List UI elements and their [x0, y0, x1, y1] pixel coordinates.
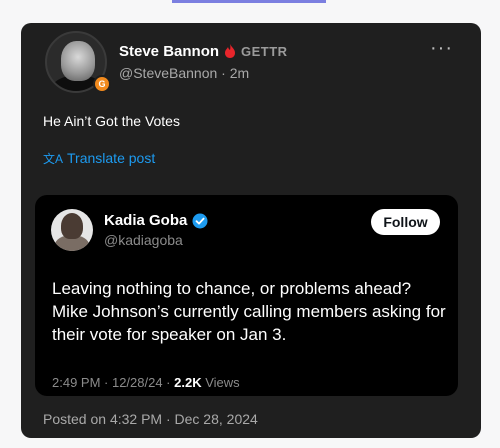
quoted-tweet-text: Leaving nothing to chance, or problems a…: [52, 279, 446, 344]
post-text: He Ain’t Got the Votes: [43, 113, 180, 129]
quoted-author-handle[interactable]: @kadiagoba: [104, 232, 183, 248]
views-count: 2.2K: [174, 375, 202, 390]
gettr-badge-icon: G: [93, 75, 111, 93]
follow-button[interactable]: Follow: [371, 209, 440, 235]
top-accent-bar: [172, 0, 326, 3]
views-label: Views: [201, 375, 240, 390]
quoted-author-avatar[interactable]: [51, 209, 93, 251]
translate-post-link[interactable]: 文A Translate post: [43, 150, 155, 167]
author-name[interactable]: Steve Bannon: [119, 43, 219, 60]
quoted-timestamp[interactable]: 2:49 PM · 12/28/24 ·: [52, 375, 174, 390]
posted-timestamp: Posted on 4:32 PM · Dec 28, 2024: [43, 411, 258, 427]
gettr-flame-icon: [225, 44, 235, 58]
author-handle[interactable]: @SteveBannon · 2m: [119, 65, 249, 81]
translate-label: Translate post: [67, 150, 156, 166]
translate-icon: 文A: [43, 152, 64, 166]
verified-badge-icon: [192, 213, 208, 229]
gettr-post-card: G Steve Bannon GETTR @SteveBannon · 2m ·…: [21, 23, 481, 438]
quoted-author-name[interactable]: Kadia Goba: [104, 212, 187, 229]
more-options-icon[interactable]: ···: [430, 37, 453, 60]
quoted-tweet-meta: 2:49 PM · 12/28/24 · 2.2K Views: [52, 375, 240, 390]
quoted-tweet[interactable]: Kadia Goba @kadiagoba Follow Leaving not…: [35, 195, 458, 396]
platform-label: GETTR: [241, 44, 288, 59]
